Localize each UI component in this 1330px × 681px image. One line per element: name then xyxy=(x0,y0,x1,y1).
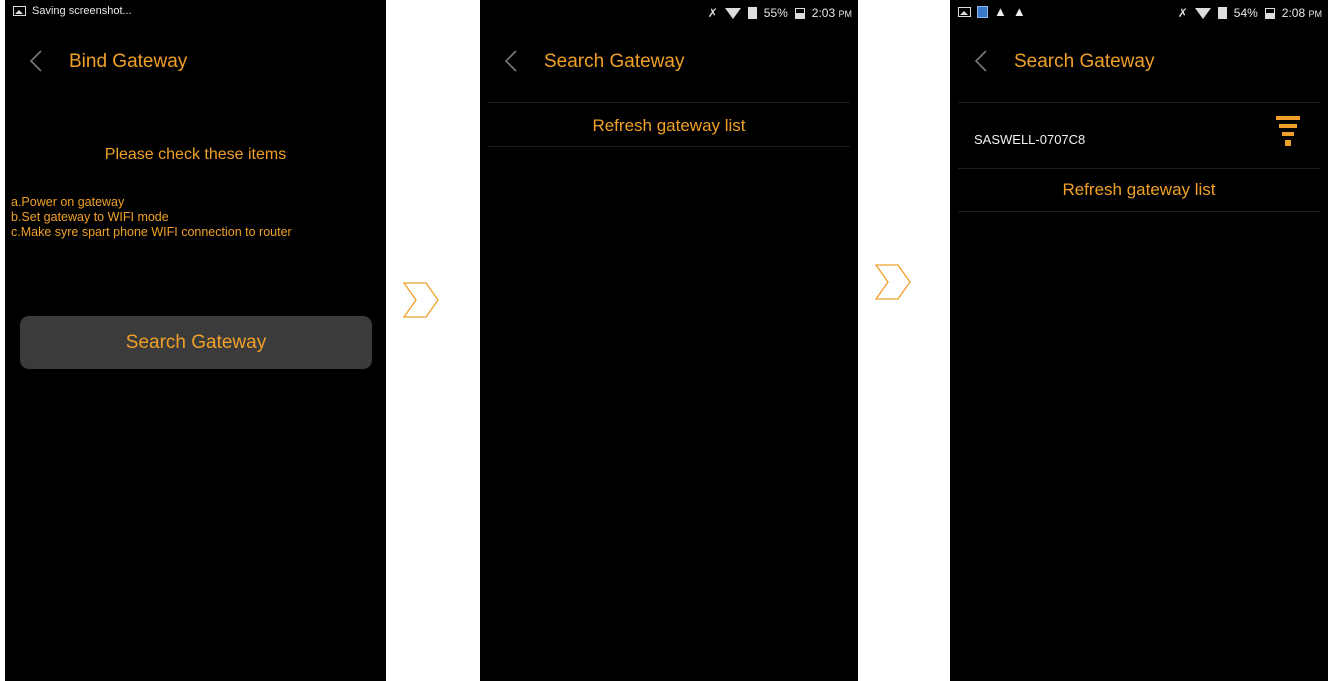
battery-percent: 55% xyxy=(763,6,788,20)
clock: 2:03 xyxy=(811,6,836,20)
clock-ampm: PM xyxy=(838,9,853,19)
search-gateway-results-screen: ▲ ▲ ✗ 54% 2:08 PM Search Gateway SASWELL… xyxy=(950,0,1328,681)
back-icon[interactable] xyxy=(972,50,994,72)
refresh-gateway-list-button[interactable]: Refresh gateway list xyxy=(950,180,1328,200)
divider xyxy=(488,146,850,147)
divider xyxy=(958,102,1320,103)
back-icon[interactable] xyxy=(502,50,524,72)
mute-icon: ✗ xyxy=(707,6,718,20)
chevron-right-icon xyxy=(402,282,439,318)
header: Search Gateway xyxy=(950,40,1328,86)
sim-icon xyxy=(1217,7,1227,19)
instruction-item: b.Set gateway to WIFI mode xyxy=(11,210,169,224)
status-bar: ▲ ▲ ✗ 54% 2:08 PM xyxy=(950,0,1328,26)
status-bar: ✗ 55% 2:03 PM xyxy=(480,0,858,26)
battery-percent: 54% xyxy=(1233,6,1258,20)
header: Search Gateway xyxy=(480,40,858,86)
wifi-icon xyxy=(1194,7,1211,19)
check-title: Please check these items xyxy=(104,146,287,163)
screenshot-icon xyxy=(958,6,971,17)
mute-icon: ✗ xyxy=(1177,6,1188,20)
signal-icon xyxy=(1276,116,1300,146)
search-gateway-button[interactable]: Search Gateway xyxy=(20,316,372,369)
instruction-item: a.Power on gateway xyxy=(11,195,125,209)
status-bar: Saving screenshot... xyxy=(5,0,386,26)
battery-icon xyxy=(794,7,805,19)
clock-ampm: PM xyxy=(1308,9,1323,19)
divider xyxy=(958,168,1320,169)
app-notification-icon xyxy=(977,5,988,18)
battery-icon xyxy=(1264,7,1275,19)
chevron-right-icon xyxy=(874,264,911,300)
back-icon[interactable] xyxy=(27,50,49,72)
wifi-icon xyxy=(724,7,741,19)
page-title: Search Gateway xyxy=(1014,51,1155,72)
gateway-list-item[interactable]: SASWELL-0707C8 xyxy=(974,132,1085,147)
warning-icon: ▲ xyxy=(1012,4,1026,19)
page-title: Bind Gateway xyxy=(69,51,188,72)
instruction-item: c.Make syre spart phone WIFI connection … xyxy=(11,225,292,239)
sim-icon xyxy=(747,7,757,19)
instructions-list: a.Power on gateway b.Set gateway to WIFI… xyxy=(11,195,376,240)
bind-gateway-screen: Saving screenshot... Bind Gateway Please… xyxy=(5,0,386,681)
screenshot-icon xyxy=(13,6,26,16)
search-gateway-screen: ✗ 55% 2:03 PM Search Gateway Refresh gat… xyxy=(480,0,858,681)
status-text: Saving screenshot... xyxy=(32,5,132,17)
header: Bind Gateway xyxy=(5,40,386,86)
warning-icon: ▲ xyxy=(994,4,1007,19)
divider xyxy=(958,211,1320,212)
page-title: Search Gateway xyxy=(544,51,685,72)
clock: 2:08 xyxy=(1281,6,1306,20)
refresh-gateway-list-button[interactable]: Refresh gateway list xyxy=(480,116,858,136)
divider xyxy=(488,102,850,103)
